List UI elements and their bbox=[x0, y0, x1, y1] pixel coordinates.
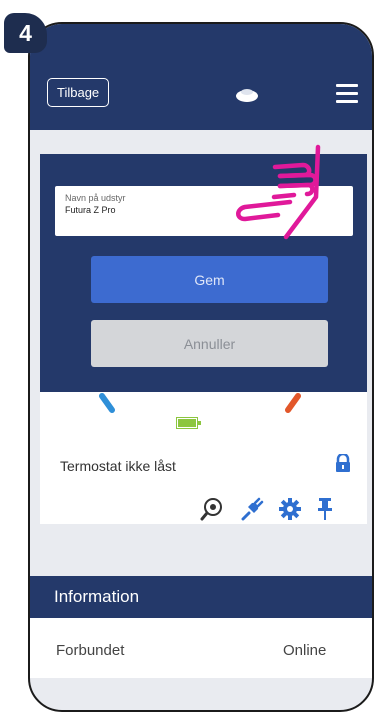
top-bar: Tilbage bbox=[30, 24, 372, 130]
lock-icon[interactable] bbox=[335, 454, 351, 473]
info-row-value: Online bbox=[283, 642, 327, 659]
battery-icon bbox=[176, 417, 201, 429]
pin-icon[interactable] bbox=[316, 497, 334, 521]
cancel-button[interactable]: Annuller bbox=[91, 320, 328, 367]
gear-icon[interactable] bbox=[278, 497, 302, 521]
info-row: Forbundet Online bbox=[30, 618, 372, 678]
menu-icon[interactable] bbox=[336, 84, 358, 108]
save-button[interactable]: Gem bbox=[91, 256, 328, 303]
step-badge: 4 bbox=[4, 13, 47, 53]
lock-status: Termostat ikke låst bbox=[60, 458, 176, 474]
info-row-label: Forbundet bbox=[56, 642, 125, 659]
hand-pointer-icon bbox=[236, 144, 321, 240]
plug-icon[interactable] bbox=[240, 497, 264, 521]
info-header: Information bbox=[30, 576, 372, 618]
back-button[interactable]: Tilbage bbox=[47, 78, 110, 107]
eye-icon[interactable] bbox=[200, 497, 224, 521]
phone-frame: Tilbage Navn på udstyr Futura Z Pro Gem … bbox=[28, 22, 374, 712]
logo-icon bbox=[236, 89, 258, 102]
dial-arc bbox=[99, 393, 301, 413]
